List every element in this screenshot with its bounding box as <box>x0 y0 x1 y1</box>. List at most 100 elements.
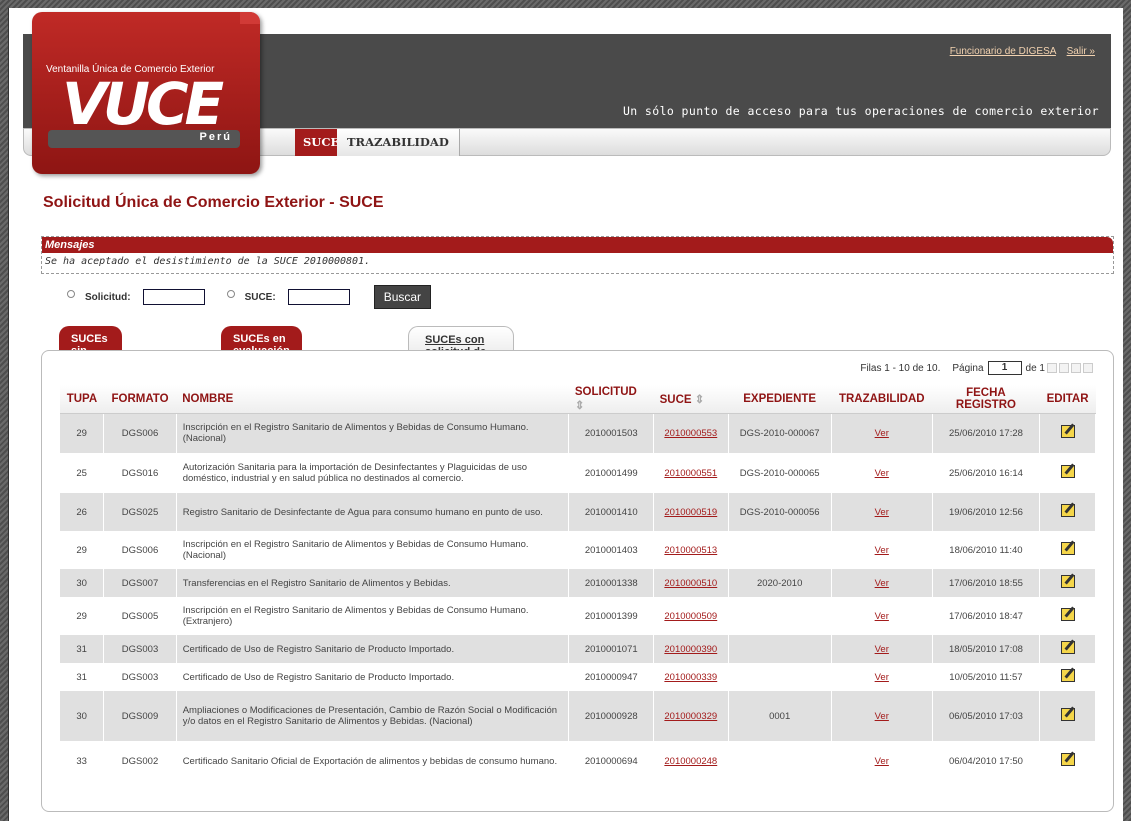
first-page-icon[interactable] <box>1047 363 1057 373</box>
cell-nombre: Certificado de Uso de Registro Sanitario… <box>176 663 570 691</box>
table-cell: 2010000513 <box>653 531 729 569</box>
cell-solicitud: 2010000694 <box>568 741 655 781</box>
suce-link[interactable]: 2010000329 <box>664 711 717 722</box>
search-form: Solicitud: SUCE: Buscar <box>67 285 432 309</box>
ver-link[interactable]: Ver <box>875 611 889 622</box>
table-row: 31 DGS003 Certificado de Uso de Registro S… <box>60 635 1096 663</box>
vuce-logo[interactable]: Ventanilla Única de Comercio Exterior VU… <box>32 12 260 174</box>
nav-item-trazabilidad[interactable]: TRAZABILIDAD <box>337 129 460 156</box>
edit-icon[interactable] <box>1060 425 1075 439</box>
col-suce[interactable]: SUCE ⇕ <box>653 385 728 414</box>
edit-icon[interactable] <box>1060 542 1075 555</box>
cell-nombre: Inscripción en el Registro Sanitario de … <box>176 531 570 569</box>
ver-link[interactable]: Ver <box>875 468 889 479</box>
table-row: 26 DGS025 Registro Sanitario de Desinfecta… <box>60 493 1096 531</box>
cell-editar <box>1039 635 1096 663</box>
cell-solicitud: 2010001071 <box>568 635 655 663</box>
cell-nombre: Certificado de Uso de Registro Sanitario… <box>176 635 570 663</box>
cell-tupa: 29 <box>60 413 105 453</box>
cell-tupa: 29 <box>60 531 105 569</box>
cell-fecha: 18/05/2010 17:08 <box>932 635 1041 663</box>
cell-solicitud: 2010001403 <box>568 531 655 569</box>
suce-label: SUCE: <box>244 291 276 303</box>
col-tupa: TUPA <box>60 385 104 414</box>
col-solicitud[interactable]: SOLICITUD ⇕ <box>568 385 654 414</box>
last-page-icon[interactable] <box>1083 363 1093 373</box>
cell-expediente <box>728 741 832 781</box>
next-page-icon[interactable] <box>1071 363 1081 373</box>
suce-link[interactable]: 2010000390 <box>664 644 717 655</box>
table-row: 29 DGS005 Inscripción en el Registro Sanit… <box>60 597 1096 635</box>
edit-icon[interactable] <box>1060 504 1075 517</box>
solicitud-radio[interactable] <box>67 290 75 298</box>
ver-link[interactable]: Ver <box>875 711 889 722</box>
search-button[interactable]: Buscar <box>373 285 432 309</box>
ver-link[interactable]: Ver <box>875 428 889 439</box>
cell-nombre: Ampliaciones o Modificaciones de Present… <box>176 691 570 741</box>
sort-icon[interactable]: ⇕ <box>575 400 585 412</box>
suce-link[interactable]: 2010000248 <box>664 756 717 767</box>
cell-formato: DGS016 <box>103 453 177 493</box>
cell-editar <box>1039 531 1096 569</box>
cell-expediente <box>728 531 832 569</box>
cell-formato: DGS003 <box>103 635 177 663</box>
suce-link[interactable]: 2010000513 <box>664 545 717 556</box>
tab-sin-evaluar[interactable]: SUCEs sin evaluar <box>59 326 122 369</box>
cell-nombre: Autorización Sanitaria para la importaci… <box>176 453 570 493</box>
cell-tupa: 25 <box>60 453 105 493</box>
suce-link[interactable]: 2010000339 <box>664 672 717 683</box>
edit-icon[interactable] <box>1060 465 1075 478</box>
col-editar: EDITAR <box>1039 385 1096 414</box>
tab-desistimiento[interactable]: SUCEs con solicitud de Desistimiento <box>408 326 515 370</box>
messages-text: Se ha aceptado el desistimiento de la SU… <box>45 256 371 267</box>
ver-link[interactable]: Ver <box>875 578 889 589</box>
suce-link[interactable]: 2010000519 <box>664 507 717 518</box>
sort-icon[interactable]: ⇕ <box>695 394 705 406</box>
ver-link[interactable]: Ver <box>875 545 889 556</box>
suce-link[interactable]: 2010000551 <box>664 468 717 479</box>
cell-fecha: 19/06/2010 12:56 <box>932 493 1041 531</box>
cell-expediente <box>728 597 832 635</box>
table-row: 29 DGS006 Inscripción en el Registro Sanit… <box>60 413 1096 453</box>
messages-box: Mensajes Se ha aceptado el desistimiento… <box>41 236 1114 274</box>
table-row: 25 DGS016 Autorización Sanitaria para la i… <box>60 453 1096 493</box>
table-row: 31 DGS003 Certificado de Uso de Registro S… <box>60 663 1096 691</box>
tagline: Un sólo punto de acceso para tus operaci… <box>622 104 1099 118</box>
cell-tupa: 30 <box>60 691 105 741</box>
edit-icon[interactable] <box>1060 575 1075 588</box>
logout-link[interactable]: Salir » <box>1067 46 1095 57</box>
suce-link[interactable]: 2010000553 <box>664 428 717 439</box>
page-number-input[interactable]: 1 <box>987 361 1022 375</box>
ver-link[interactable]: Ver <box>875 756 889 767</box>
cell-editar <box>1039 691 1096 741</box>
edit-icon[interactable] <box>1060 669 1075 682</box>
user-link[interactable]: Funcionario de DIGESA <box>950 46 1056 57</box>
cell-solicitud: 2010001338 <box>568 569 655 597</box>
cell-editar <box>1039 569 1096 597</box>
ver-link[interactable]: Ver <box>875 507 889 518</box>
cell-formato: DGS005 <box>103 597 177 635</box>
cell-formato: DGS003 <box>103 663 177 691</box>
tab-en-evaluacion[interactable]: SUCEs en evaluación <box>221 326 302 357</box>
solicitud-input[interactable] <box>142 289 205 305</box>
page-title: Solicitud Única de Comercio Exterior - S… <box>43 194 384 211</box>
prev-page-icon[interactable] <box>1059 363 1069 373</box>
table-cell: Ver <box>831 413 933 453</box>
edit-icon[interactable] <box>1060 708 1075 721</box>
suce-radio[interactable] <box>226 290 235 298</box>
edit-icon[interactable] <box>1060 608 1075 621</box>
suce-link[interactable]: 2010000510 <box>664 578 717 589</box>
logo-country: Perú <box>199 131 232 143</box>
suce-link[interactable]: 2010000509 <box>664 611 717 622</box>
cell-expediente <box>728 635 832 663</box>
edit-icon[interactable] <box>1060 753 1075 766</box>
cell-fecha: 10/05/2010 11:57 <box>932 663 1041 691</box>
edit-icon[interactable] <box>1060 641 1075 654</box>
cell-solicitud: 2010000928 <box>568 691 655 741</box>
table-cell: 2010000519 <box>653 493 729 531</box>
ver-link[interactable]: Ver <box>875 672 889 683</box>
suce-input[interactable] <box>287 289 350 305</box>
cell-tupa: 31 <box>60 635 105 663</box>
ver-link[interactable]: Ver <box>875 644 889 655</box>
cell-fecha: 25/06/2010 16:14 <box>932 453 1041 493</box>
